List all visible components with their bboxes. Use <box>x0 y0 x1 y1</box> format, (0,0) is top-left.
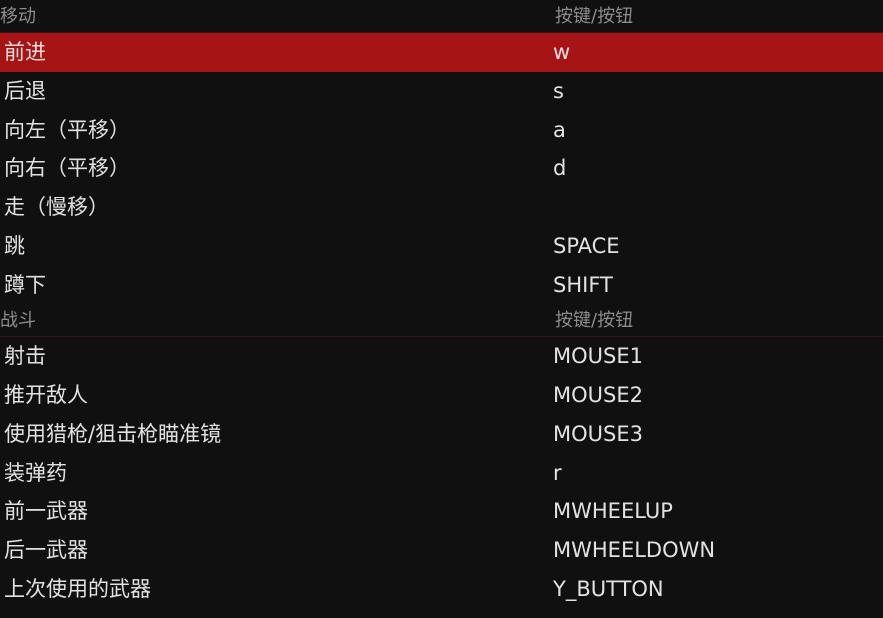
key-value[interactable]: a <box>553 118 566 142</box>
action-label: 蹲下 <box>4 272 46 297</box>
key-value[interactable]: SHIFT <box>553 273 613 297</box>
binding-row-next-weapon[interactable]: 后一武器 MWHEELDOWN <box>0 531 883 570</box>
binding-row-zoom[interactable]: 使用猎枪/狙击枪瞄准镜 MOUSE3 <box>0 415 883 454</box>
binding-row-forward[interactable]: 前进 w <box>0 33 883 72</box>
action-label: 使用猎枪/狙击枪瞄准镜 <box>4 421 222 446</box>
action-label: 走（慢移） <box>4 195 109 219</box>
binding-row-crouch[interactable]: 蹲下 SHIFT <box>0 266 883 305</box>
action-label: 向左（平移） <box>4 117 130 142</box>
key-value[interactable]: MOUSE3 <box>553 422 643 446</box>
binding-row-back[interactable]: 后退 s <box>0 72 883 111</box>
action-label: 前一武器 <box>4 499 88 524</box>
key-bindings-panel: 移动 按键/按钮 前进 w 后退 s 向左（平移） a 向右（平移） d 走（慢… <box>0 0 883 618</box>
binding-row-walk[interactable]: 走（慢移） <box>0 188 883 227</box>
key-value[interactable]: r <box>553 461 562 485</box>
key-value[interactable]: MOUSE2 <box>553 383 643 407</box>
action-label: 装弹药 <box>4 460 67 485</box>
section-title: 移动 <box>0 6 36 27</box>
action-label: 后退 <box>4 78 46 103</box>
action-label: 前进 <box>4 40 46 64</box>
binding-row-last-weapon[interactable]: 上次使用的武器 Y_BUTTON <box>0 570 883 609</box>
section-header-movement: 移动 按键/按钮 <box>0 0 883 33</box>
key-value[interactable]: d <box>553 156 566 180</box>
section-title: 战斗 <box>0 310 36 332</box>
action-label: 推开敌人 <box>4 383 88 407</box>
key-value[interactable]: s <box>553 79 564 103</box>
binding-row-reload[interactable]: 装弹药 r <box>0 454 883 493</box>
binding-row-fire[interactable]: 射击 MOUSE1 <box>0 337 883 376</box>
action-label: 上次使用的武器 <box>4 576 151 601</box>
binding-row-strafe-left[interactable]: 向左（平移） a <box>0 111 883 150</box>
binding-row-jump[interactable]: 跳 SPACE <box>0 227 883 266</box>
action-label: 射击 <box>4 344 46 369</box>
binding-row-prev-weapon[interactable]: 前一武器 MWHEELUP <box>0 492 883 531</box>
action-label: 后一武器 <box>4 538 88 562</box>
binding-row-strafe-right[interactable]: 向右（平移） d <box>0 149 883 188</box>
key-value[interactable]: w <box>553 40 570 64</box>
key-value[interactable]: SPACE <box>553 234 620 258</box>
action-label: 跳 <box>4 233 25 258</box>
binding-row-shove[interactable]: 推开敌人 MOUSE2 <box>0 376 883 415</box>
key-value[interactable]: MWHEELUP <box>553 499 673 523</box>
key-column-header: 按键/按钮 <box>555 310 634 332</box>
section-header-combat: 战斗 按键/按钮 <box>0 304 883 338</box>
key-column-header: 按键/按钮 <box>555 6 634 27</box>
action-label: 向右（平移） <box>4 156 130 181</box>
key-value[interactable]: MOUSE1 <box>553 344 643 368</box>
key-value[interactable]: MWHEELDOWN <box>553 538 715 562</box>
key-value[interactable]: Y_BUTTON <box>553 577 664 601</box>
